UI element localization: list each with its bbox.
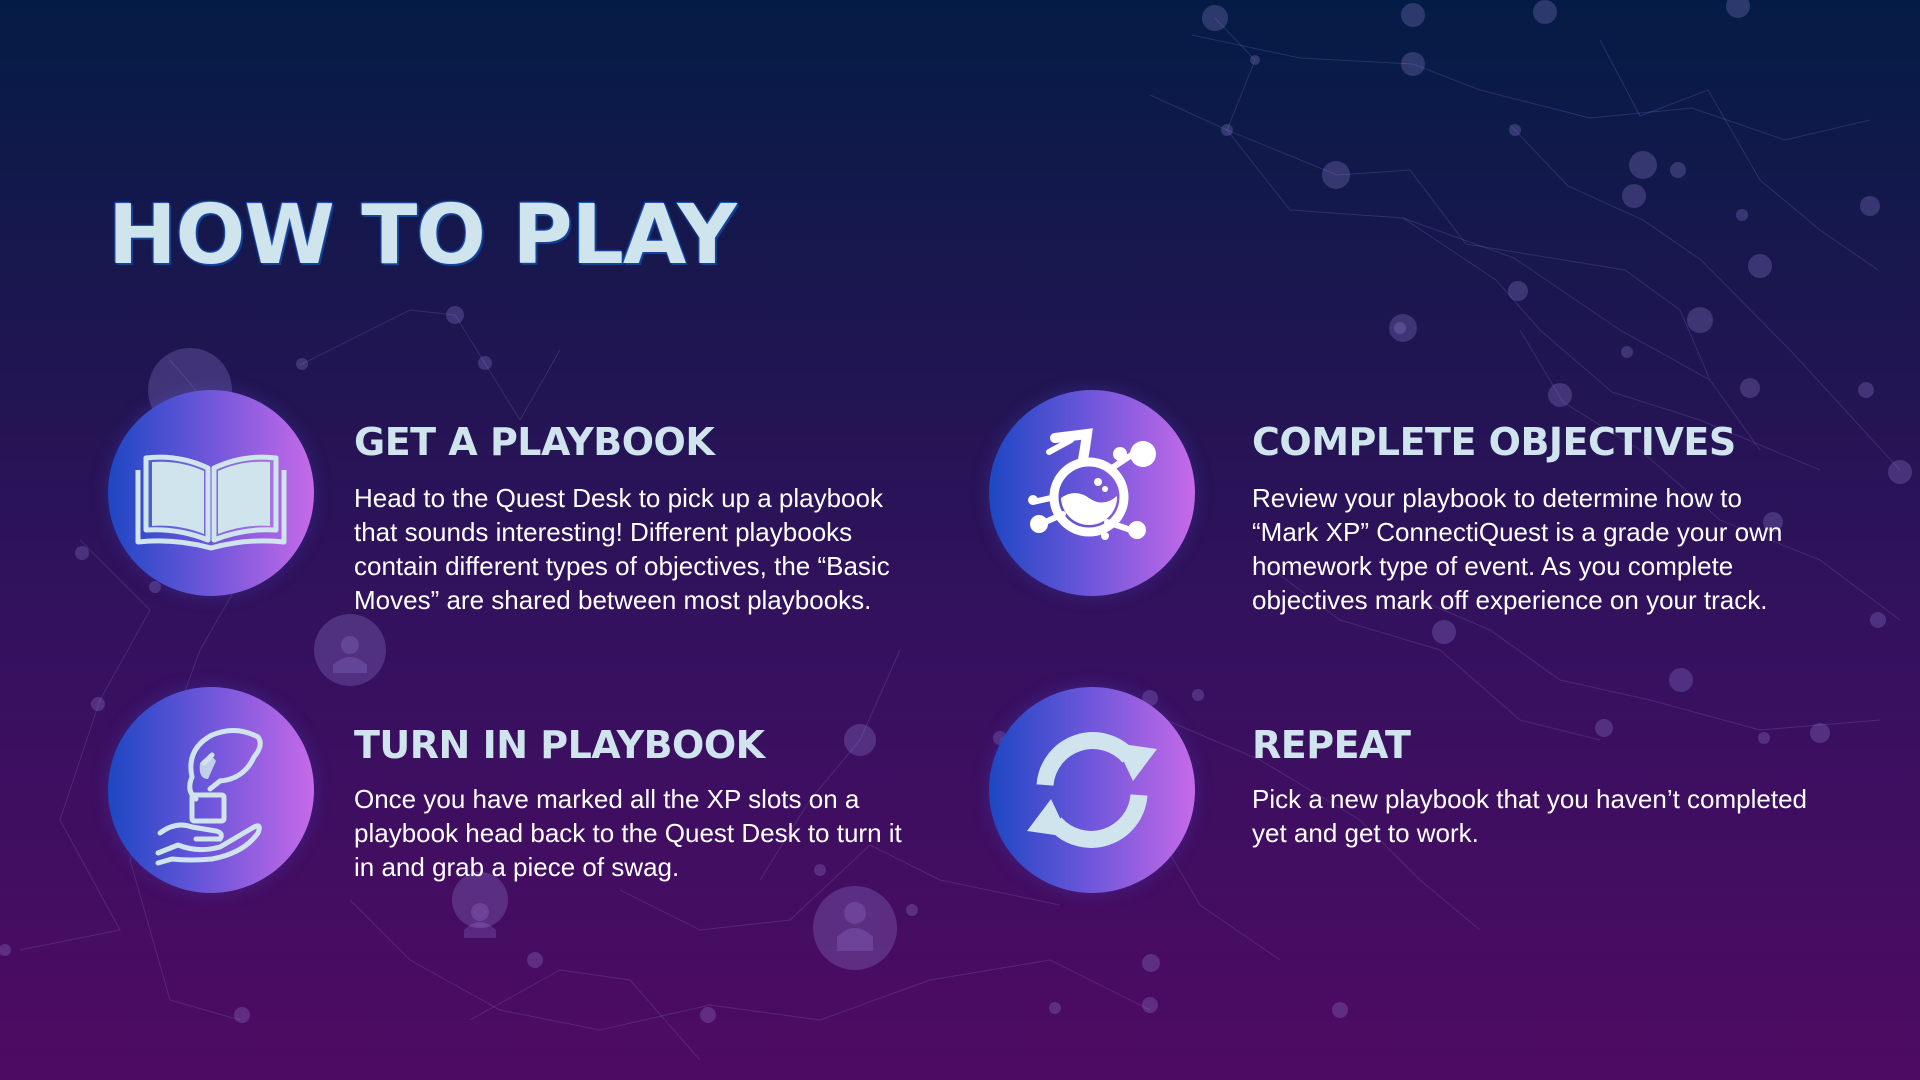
step-description: Pick a new playbook that you haven’t com… xyxy=(1252,784,1808,848)
refresh-icon xyxy=(989,687,1195,893)
flask-icon xyxy=(989,390,1195,596)
slide: HOW TO PLAY GET A PLAYBOOK Head to the Q… xyxy=(0,0,1920,1080)
step-heading: GET A PLAYBOOK xyxy=(354,420,715,464)
open-book-icon xyxy=(108,390,314,596)
step-heading: REPEAT xyxy=(1252,723,1411,767)
step-description: Once you have marked all the XP slots on… xyxy=(354,784,902,882)
page-title: HOW TO PLAY xyxy=(108,188,737,283)
step-heading: COMPLETE OBJECTIVES xyxy=(1252,420,1736,464)
step-heading: TURN IN PLAYBOOK xyxy=(354,723,765,767)
hand-drop-icon xyxy=(108,687,314,893)
step-description: Head to the Quest Desk to pick up a play… xyxy=(354,483,890,615)
step-description: Review your playbook to determine how to… xyxy=(1252,483,1783,615)
